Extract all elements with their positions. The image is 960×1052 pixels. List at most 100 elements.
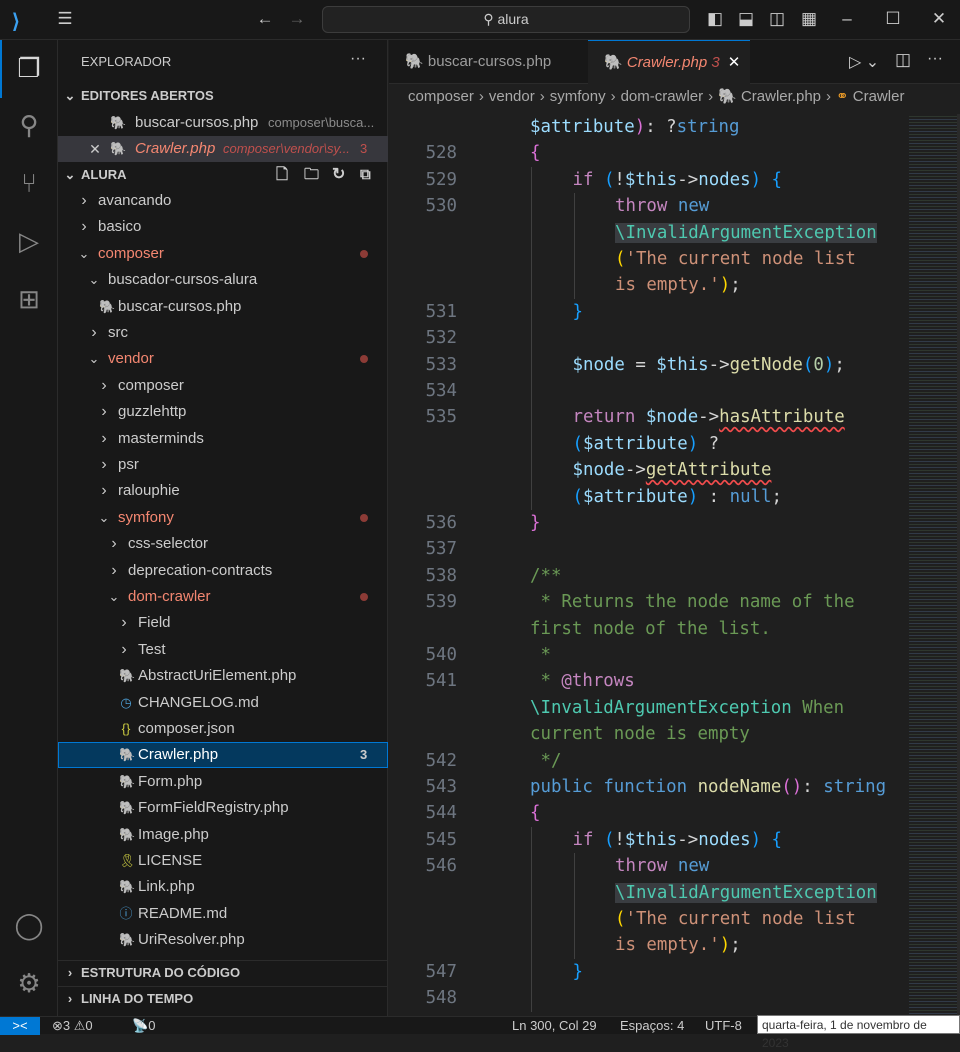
folder-item[interactable]: › Test	[58, 637, 388, 663]
open-editor-item[interactable]: 🐘 buscar-cursos.php composer\busca...	[58, 110, 388, 136]
breadcrumb-item[interactable]: dom-crawler	[621, 88, 704, 105]
code-token: )	[634, 117, 646, 137]
back-icon[interactable]: ←	[254, 8, 276, 30]
open-editors-header[interactable]: ⌄ EDITORES ABERTOS	[58, 83, 388, 109]
folder-item[interactable]: ⌄ vendor	[58, 346, 388, 372]
cursor-position[interactable]: Ln 300, Col 29	[512, 1017, 597, 1034]
file-item[interactable]: 🐘 UriResolver.php	[58, 927, 388, 953]
breadcrumb-item[interactable]: composer	[408, 88, 474, 105]
breadcrumb-item[interactable]: Crawler	[853, 88, 905, 105]
source-control-icon[interactable]: ⑂	[0, 158, 58, 208]
folder-item[interactable]: ⌄ dom-crawler	[58, 584, 388, 610]
folder-item[interactable]: ⌄ buscador-cursos-alura	[58, 267, 388, 293]
indentation[interactable]: Espaços: 4	[620, 1017, 684, 1034]
folder-item[interactable]: › css-selector	[58, 531, 388, 557]
code-text: {	[530, 800, 540, 826]
code-token: ->	[708, 354, 730, 375]
line-number: 533	[425, 354, 457, 375]
more-actions-icon[interactable]: ···	[927, 50, 943, 68]
file-item[interactable]: 🐘 Form.php	[58, 769, 388, 795]
command-center-search[interactable]: ⚲ alura	[322, 6, 690, 33]
toggle-sidebar-icon[interactable]: ◧	[704, 8, 726, 30]
file-item[interactable]: 🐘 Image.php	[58, 822, 388, 848]
tree-item-label: Test	[138, 640, 166, 658]
file-item[interactable]: 🐘 Link.php	[58, 874, 388, 900]
account-icon[interactable]: ◯	[0, 900, 58, 950]
folder-item[interactable]: › Field	[58, 610, 388, 636]
breadcrumb-item[interactable]: Crawler.php	[741, 88, 821, 105]
toggle-secondary-sidebar-icon[interactable]: ◫	[766, 8, 788, 30]
folder-item[interactable]: › avancando	[58, 188, 388, 214]
file-item[interactable]: {} composer.json	[58, 716, 388, 742]
maximize-button[interactable]: ☐	[882, 8, 904, 30]
folder-item[interactable]: › masterminds	[58, 426, 388, 452]
modified-dot-icon	[360, 593, 368, 601]
folder-item[interactable]: ⌄ composer	[58, 241, 388, 267]
timeline-header[interactable]: › LINHA DO TEMPO	[58, 986, 388, 1012]
encoding[interactable]: UTF-8	[705, 1017, 742, 1034]
folder-item[interactable]: › guzzlehttp	[58, 399, 388, 425]
close-icon[interactable]: ✕	[88, 136, 102, 162]
file-item[interactable]: 🎗 LICENSE	[58, 848, 388, 874]
more-actions-icon[interactable]: ···	[350, 50, 366, 68]
file-item[interactable]: 🐘 AbstractUriElement.php	[58, 663, 388, 689]
explorer-icon[interactable]: ❐	[0, 43, 58, 93]
problems-indicator[interactable]: ⊗3 ⚠0	[52, 1017, 93, 1034]
line-number: 528	[425, 143, 457, 164]
file-item[interactable]: 🐘 FormFieldRegistry.php	[58, 795, 388, 821]
run-debug-icon[interactable]: ▷	[0, 216, 58, 266]
file-item[interactable]: 🐘 buscar-cursos.php	[58, 294, 388, 320]
run-icon[interactable]: ▷ ⌄	[849, 52, 879, 72]
code-token: nodes	[698, 169, 751, 190]
file-item[interactable]: 🐘 Crawler.php 3	[58, 742, 388, 769]
folder-item[interactable]: › composer	[58, 373, 388, 399]
customize-layout-icon[interactable]: ▦	[798, 8, 820, 30]
code-text: throw new	[615, 853, 709, 879]
open-editor-item[interactable]: ✕ 🐘 Crawler.php composer\vendor\sy... 3	[58, 136, 388, 162]
new-folder-icon[interactable]: 🗀	[304, 162, 319, 188]
settings-gear-icon[interactable]: ⚙	[0, 958, 58, 1008]
folder-item[interactable]: › basico	[58, 214, 388, 240]
remote-indicator-icon[interactable]: ><	[0, 1017, 40, 1035]
minimap[interactable]	[909, 114, 957, 1016]
title-bar: ⟩ ☰ ← → ⚲ alura ◧ ⬓ ◫ ▦ – ☐ ✕	[0, 0, 960, 40]
code-token: !	[614, 829, 625, 850]
tab-crawler[interactable]: 🐘 Crawler.php 3 ✕	[588, 40, 750, 85]
code-token: nodes	[698, 829, 751, 850]
file-item[interactable]: ⓘ README.md	[58, 901, 388, 927]
tab-label: Crawler.php	[626, 54, 708, 71]
chevron-right-icon: ›	[121, 640, 127, 658]
split-editor-icon[interactable]: ◫	[895, 50, 911, 70]
code-token: }	[572, 961, 583, 982]
toggle-panel-icon[interactable]: ⬓	[735, 8, 757, 30]
code-token: (	[603, 829, 615, 850]
breadcrumb-item[interactable]: symfony	[550, 88, 606, 105]
folder-item[interactable]: › deprecation-contracts	[58, 558, 388, 584]
code-token: ;	[730, 275, 741, 296]
code-token: $node	[572, 354, 625, 375]
extensions-icon[interactable]: ⊞	[0, 274, 58, 324]
outline-header[interactable]: › ESTRUTURA DO CÓDIGO	[58, 960, 388, 986]
code-token: function	[603, 777, 688, 797]
folder-item[interactable]: › ralouphie	[58, 478, 388, 504]
forward-icon[interactable]: →	[286, 8, 308, 30]
workspace-header[interactable]: ⌄ ALURA 🗋 🗀 ↻ ⧉	[58, 162, 388, 188]
code-editor[interactable]: $attribute): ?string 528{529 if (!$this->n…	[389, 114, 909, 1016]
menu-icon[interactable]: ☰	[54, 8, 76, 30]
breadcrumb-item[interactable]: vendor	[489, 88, 535, 105]
file-item[interactable]: ◷ CHANGELOG.md	[58, 690, 388, 716]
minimize-button[interactable]: –	[836, 8, 858, 30]
folder-item[interactable]: ⌄ symfony	[58, 505, 388, 531]
modified-dot-icon	[360, 355, 368, 364]
ports-indicator[interactable]: 📡0	[132, 1017, 155, 1034]
new-file-icon[interactable]: 🗋	[276, 162, 288, 188]
tab-buscar-cursos[interactable]: 🐘 buscar-cursos.php	[389, 40, 587, 84]
close-tab-icon[interactable]: ✕	[728, 54, 741, 71]
tree-item-label: css-selector	[128, 535, 209, 553]
close-button[interactable]: ✕	[928, 8, 950, 30]
folder-item[interactable]: › psr	[58, 452, 388, 478]
collapse-all-icon[interactable]: ⧉	[360, 162, 371, 188]
folder-item[interactable]: › src	[58, 320, 388, 346]
search-icon[interactable]: ⚲	[0, 100, 58, 150]
refresh-icon[interactable]: ↻	[332, 162, 345, 188]
